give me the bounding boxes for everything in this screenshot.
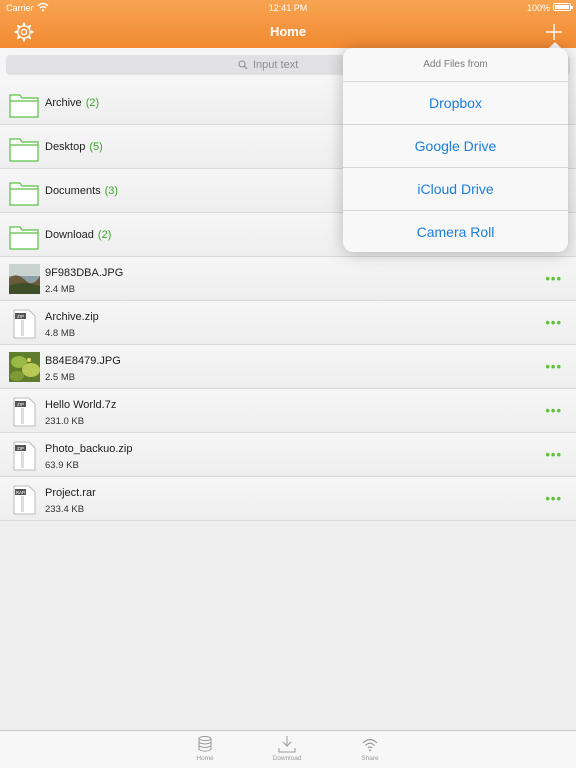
file-size: 2.4 MB (45, 284, 76, 295)
file-size: 4.8 MB (45, 328, 76, 339)
folder-count: (2) (97, 229, 112, 241)
file-row[interactable]: RAR Project.rar 233.4 KB ••• (0, 477, 576, 521)
file-row[interactable]: ZIP Archive.zip 4.8 MB ••• (0, 301, 576, 345)
file-name: Hello World.7z (45, 399, 117, 411)
tab-label: Share (361, 755, 379, 762)
popover-item-google-drive[interactable]: Google Drive (343, 125, 568, 168)
image-thumbnail (9, 264, 40, 294)
file-name: B84E8479.JPG (45, 355, 121, 367)
header: Carrier 12:41 PM 100% Home (0, 0, 576, 48)
folder-name: Documents (45, 185, 101, 197)
image-thumbnail (9, 352, 40, 382)
file-name: 9F983DBA.JPG (45, 267, 124, 279)
folder-icon (9, 94, 39, 118)
folder-icon (9, 138, 39, 162)
more-options-icon[interactable]: ••• (545, 404, 562, 417)
file-row[interactable]: ZIP Hello World.7z 231.0 KB ••• (0, 389, 576, 433)
rar-file-icon: RAR (13, 485, 36, 515)
zip-file-icon: ZIP (13, 309, 36, 339)
tab-bar: Home Download Share (0, 730, 576, 768)
battery-percent: 100% (526, 3, 550, 13)
download-icon (278, 736, 296, 753)
wifi-icon (362, 738, 378, 752)
tab-home[interactable]: Home (175, 735, 235, 762)
more-options-icon[interactable]: ••• (545, 492, 562, 505)
svg-text:ZIP: ZIP (17, 314, 24, 319)
svg-text:ZIP: ZIP (17, 446, 24, 451)
more-options-icon[interactable]: ••• (545, 316, 562, 329)
tab-download[interactable]: Download (257, 735, 317, 762)
file-row[interactable]: 9F983DBA.JPG 2.4 MB ••• (0, 257, 576, 301)
folder-icon (9, 182, 39, 206)
file-name: Photo_backuo.zip (45, 443, 133, 455)
folder-count: (5) (89, 141, 103, 153)
more-options-icon[interactable]: ••• (545, 448, 562, 461)
more-options-icon[interactable]: ••• (545, 272, 562, 285)
folder-icon (9, 226, 39, 250)
plus-icon[interactable] (544, 22, 564, 42)
svg-text:ZIP: ZIP (17, 402, 24, 407)
status-bar: Carrier 12:41 PM 100% (0, 0, 576, 16)
zip-file-icon: ZIP (13, 441, 36, 471)
popover-title: Add Files from (343, 48, 568, 82)
tab-share[interactable]: Share (340, 735, 400, 762)
file-name: Archive.zip (45, 311, 99, 323)
file-name: Project.rar (45, 487, 96, 499)
file-row[interactable]: ZIP Photo_backuo.zip 63.9 KB ••• (0, 433, 576, 477)
popover-item-dropbox[interactable]: Dropbox (343, 82, 568, 125)
database-icon (198, 736, 212, 752)
popover-item-camera-roll[interactable]: Camera Roll (343, 211, 568, 252)
folder-count: (2) (85, 97, 100, 109)
page-title: Home (269, 24, 307, 39)
folder-name: Archive (45, 97, 82, 109)
more-options-icon[interactable]: ••• (545, 360, 562, 373)
add-files-popover: Add Files from Dropbox Google Drive iClo… (343, 48, 568, 252)
zip-file-icon: ZIP (13, 397, 36, 427)
folder-name: Desktop (45, 141, 86, 153)
status-time: 12:41 PM (268, 3, 308, 13)
tab-label: Home (196, 755, 214, 762)
tab-label: Download (272, 755, 302, 762)
popover-item-icloud-drive[interactable]: iCloud Drive (343, 168, 568, 211)
svg-text:RAR: RAR (16, 490, 26, 495)
folder-name: Download (45, 229, 94, 241)
battery-icon (553, 3, 573, 11)
file-size: 2.5 MB (45, 372, 76, 383)
search-placeholder: Input text (253, 59, 299, 71)
search-icon (238, 60, 248, 70)
file-row[interactable]: B84E8479.JPG 2.5 MB ••• (0, 345, 576, 389)
folder-count: (3) (104, 185, 119, 197)
file-size: 231.0 KB (45, 416, 85, 427)
file-size: 63.9 KB (45, 460, 79, 471)
file-size: 233.4 KB (45, 504, 85, 515)
